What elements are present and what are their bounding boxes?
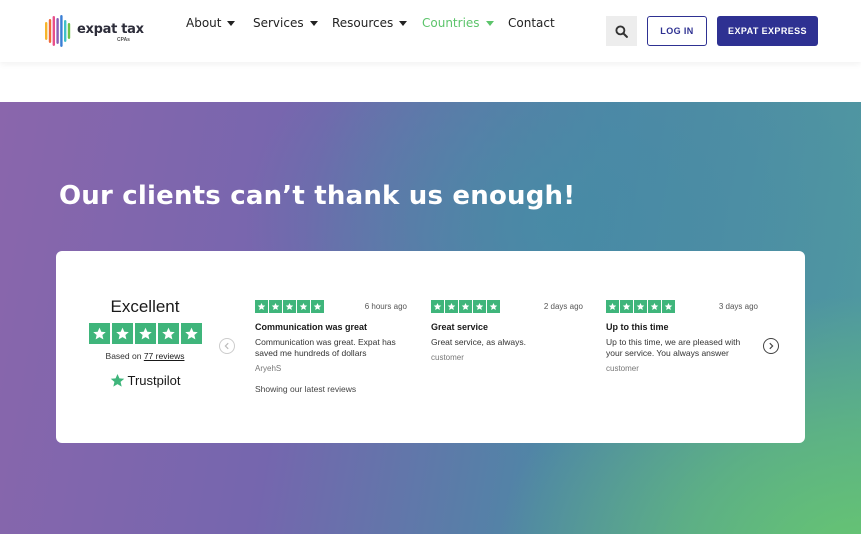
based-on-prefix: Based on — [105, 351, 142, 361]
section-title: Our clients can’t thank us enough! — [59, 181, 576, 211]
chevron-down-icon — [485, 20, 494, 26]
carousel-prev-button[interactable] — [219, 338, 235, 354]
logo-bar — [48, 19, 52, 43]
nav-countries[interactable]: Countries — [422, 16, 494, 30]
chevron-down-icon — [227, 20, 236, 26]
review-time: 2 days ago — [543, 301, 583, 311]
star-icon — [606, 300, 619, 313]
logo-bar — [52, 16, 55, 46]
showing-latest-text: Showing our latest reviews — [255, 384, 357, 394]
review-stars — [606, 300, 675, 313]
review-stars — [431, 300, 500, 313]
chevron-left-icon — [224, 342, 229, 350]
review-header: 2 days ago — [431, 300, 583, 313]
nav-contact-label: Contact — [508, 16, 555, 30]
review-author: customer — [606, 363, 639, 373]
review-title: Communication was great — [255, 321, 368, 332]
star-icon — [157, 323, 179, 344]
chevron-right-icon — [769, 342, 774, 350]
trustpilot-summary: Excellent Based on 77 reviews Trustpilot — [86, 297, 204, 388]
star-icon — [283, 300, 296, 313]
chevron-down-icon — [309, 20, 318, 26]
star-icon — [88, 323, 110, 344]
review-author: AryehS — [255, 363, 282, 373]
expat-tax-logo[interactable]: expat tax CPAs — [44, 15, 144, 47]
testimonials-section: Our clients can’t thank us enough! Excel… — [0, 102, 861, 534]
star-icon — [473, 300, 486, 313]
based-on-text: Based on 77 reviews — [86, 351, 204, 361]
login-button[interactable]: LOG IN — [647, 16, 707, 46]
review-header: 3 days ago — [606, 300, 758, 313]
review-body: Communication was great. Expat has saved… — [255, 336, 396, 358]
logo-bar — [45, 22, 48, 40]
nav-services[interactable]: Services — [253, 16, 318, 30]
star-icon — [431, 300, 444, 313]
nav-contact[interactable]: Contact — [508, 16, 555, 30]
star-icon — [634, 300, 647, 313]
trustpilot-star-icon — [110, 373, 124, 387]
star-icon — [111, 323, 133, 344]
logo-subtext: CPAs — [117, 37, 130, 43]
site-header: expat tax CPAs About Services Resources … — [0, 0, 861, 62]
nav-resources[interactable]: Resources — [332, 16, 408, 30]
search-button[interactable] — [606, 16, 637, 46]
star-icon — [269, 300, 282, 313]
star-icon — [180, 323, 202, 344]
logo-bars-icon — [45, 15, 71, 47]
star-icon — [297, 300, 310, 313]
expat-express-button[interactable]: EXPAT EXPRESS — [717, 16, 818, 46]
review-header: 6 hours ago — [255, 300, 407, 313]
reviews-count-link[interactable]: 77 reviews — [144, 351, 185, 361]
star-icon — [255, 300, 268, 313]
logo-bar — [67, 23, 71, 39]
logo-bar — [64, 20, 67, 42]
star-icon — [459, 300, 472, 313]
star-icon — [648, 300, 661, 313]
review-author: customer — [431, 352, 464, 362]
review-title: Up to this time — [606, 321, 669, 332]
carousel-next-button[interactable] — [763, 338, 779, 354]
logo-text: expat tax — [77, 22, 144, 37]
nav-resources-label: Resources — [332, 16, 394, 30]
rating-label: Excellent — [110, 297, 180, 316]
review-title: Great service — [431, 321, 489, 332]
star-icon — [445, 300, 458, 313]
trustpilot-brand: Trustpilot — [127, 373, 181, 388]
trustpilot-widget: Excellent Based on 77 reviews Trustpilot… — [56, 251, 805, 443]
nav-about[interactable]: About — [186, 16, 236, 30]
logo-bar — [60, 15, 63, 47]
review-card[interactable]: 6 hours ago Communication was great Comm… — [255, 300, 407, 373]
review-time: 3 days ago — [718, 301, 758, 311]
nav-services-label: Services — [253, 16, 304, 30]
search-icon — [615, 24, 628, 38]
chevron-down-icon — [399, 20, 408, 26]
nav-countries-label: Countries — [422, 16, 480, 30]
star-icon — [134, 323, 156, 344]
star-icon — [311, 300, 324, 313]
trustpilot-logo[interactable]: Trustpilot — [86, 373, 204, 388]
review-card[interactable]: 3 days ago Up to this time Up to this ti… — [606, 300, 758, 373]
review-body: Up to this time, we are pleased with you… — [606, 336, 741, 358]
review-stars — [255, 300, 324, 313]
rating-stars — [86, 323, 204, 344]
logo-bar — [56, 18, 59, 44]
star-icon — [620, 300, 633, 313]
star-icon — [662, 300, 675, 313]
review-body: Great service, as always. — [431, 336, 526, 347]
review-card[interactable]: 2 days ago Great service Great service, … — [431, 300, 583, 362]
star-icon — [487, 300, 500, 313]
review-time: 6 hours ago — [364, 301, 407, 311]
nav-about-label: About — [186, 16, 222, 30]
